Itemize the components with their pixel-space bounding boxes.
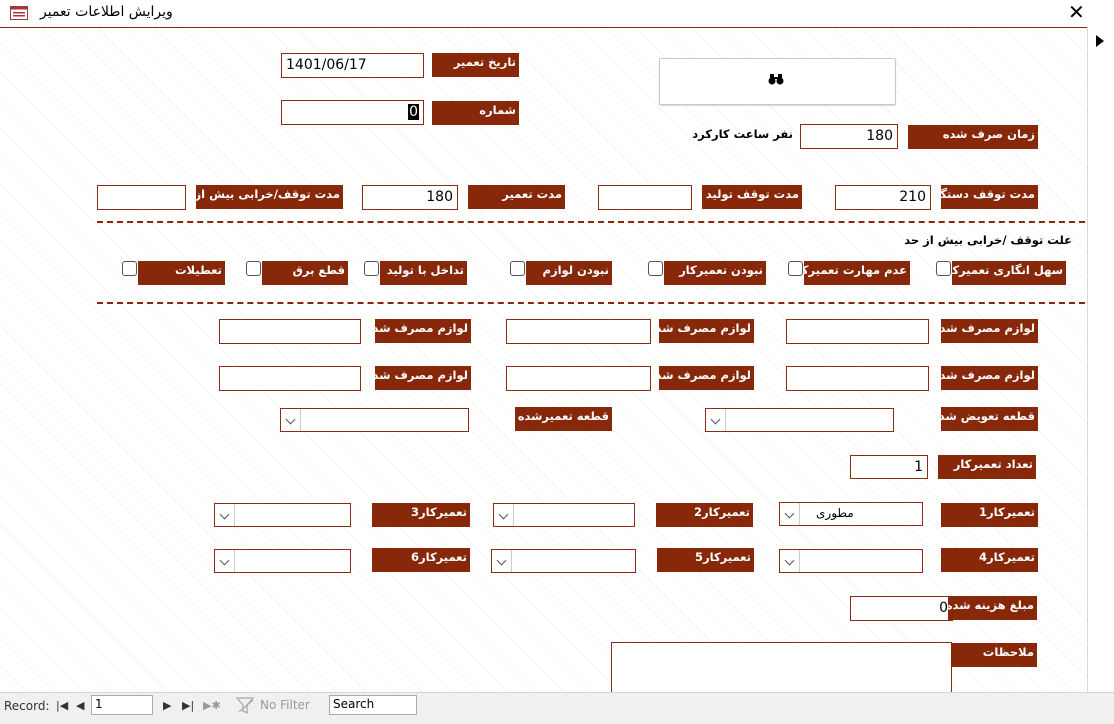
time-spent-suffix: نفر ساعت کارکرد xyxy=(692,127,793,141)
technician-4-combo[interactable] xyxy=(779,549,923,573)
separator xyxy=(97,302,1085,304)
navigation-bar: Record: |◀ ◀ 1 ▶ ▶| ▶✱ No Filter Search xyxy=(0,692,1114,724)
filter-icon xyxy=(236,697,255,715)
repair-date-input[interactable]: 1401/06/17 xyxy=(281,53,424,78)
first-record-icon[interactable]: |◀ xyxy=(56,699,68,712)
number-value: 0 xyxy=(408,104,419,120)
chevron-down-icon[interactable] xyxy=(780,503,800,525)
form-body: 1401/06/17 تاریخ تعمیر 0 شماره نفر ساعت … xyxy=(0,27,1087,693)
window-title: ویرایش اطلاعات تعمیر xyxy=(40,4,173,20)
replaced-part-combo[interactable] xyxy=(705,408,894,432)
reason-lack-of-skill-checkbox[interactable] xyxy=(788,261,803,276)
reason-no-technician-checkbox[interactable] xyxy=(648,261,663,276)
last-record-icon[interactable]: ▶| xyxy=(182,699,194,712)
reason-production-conflict-checkbox[interactable] xyxy=(364,261,379,276)
repaired-part-label: قطعه تعمیرشده xyxy=(515,407,612,431)
consumable-6-input[interactable] xyxy=(219,366,361,391)
replaced-part-label: قطعه تعویض شده xyxy=(941,407,1038,431)
chevron-down-icon[interactable] xyxy=(780,550,800,572)
search-input[interactable]: Search xyxy=(329,695,417,715)
technician-6-label: تعمیرکار6 xyxy=(372,548,470,572)
consumable-1-input[interactable] xyxy=(786,319,929,344)
repair-date-label: تاریخ تعمیر xyxy=(432,53,519,77)
consumable-6-label: لوازم مصرف شده6 xyxy=(375,366,471,390)
production-stop-label: مدت توقف تولید xyxy=(702,185,802,209)
technician-5-combo[interactable] xyxy=(491,549,636,573)
technician-2-combo[interactable] xyxy=(493,503,635,527)
repaired-part-combo[interactable] xyxy=(280,408,469,432)
reason-negligence-checkbox[interactable] xyxy=(936,261,951,276)
no-filter-button[interactable]: No Filter xyxy=(260,698,310,712)
chevron-down-icon[interactable] xyxy=(215,550,235,572)
reason-negligence[interactable]: سهل انگاری تعمیرکار xyxy=(936,261,1066,285)
reason-no-parts[interactable]: نبودن لوازم xyxy=(510,261,612,285)
excess-stop-label: مدت توقف/خرابی بیش از حد xyxy=(196,185,343,209)
title-bar: ویرایش اطلاعات تعمیر ✕ xyxy=(0,0,1114,27)
technician-count-label: تعداد تعمیرکار xyxy=(938,455,1036,479)
production-stop-input[interactable] xyxy=(598,185,692,210)
excess-reasons-heading: علت توقف /خرابی بیش از حد xyxy=(904,233,1072,247)
reason-holidays[interactable]: تعطیلات xyxy=(122,261,225,285)
technician-2-label: تعمیرکار2 xyxy=(656,503,753,527)
time-spent-input[interactable]: 180 xyxy=(800,124,898,149)
consumable-3-input[interactable] xyxy=(219,319,361,344)
number-label: شماره xyxy=(432,101,519,125)
notes-textarea[interactable] xyxy=(611,642,952,693)
record-selector-bar[interactable] xyxy=(1087,27,1114,692)
consumable-5-label: لوازم مصرف شده5 xyxy=(659,366,754,390)
reason-no-technician[interactable]: نبودن تعمیرکار xyxy=(648,261,766,285)
cost-input[interactable]: 0 xyxy=(850,596,953,621)
technician-5-label: تعمیرکار5 xyxy=(657,548,754,572)
repair-duration-label: مدت تعمیر xyxy=(468,185,565,209)
device-stop-label: مدت توقف دستگاه xyxy=(941,185,1038,209)
consumable-3-label: لوازم مصرف شده3 xyxy=(375,319,471,343)
device-stop-input[interactable]: 210 xyxy=(835,185,931,210)
reason-holidays-checkbox[interactable] xyxy=(122,261,137,276)
technician-6-combo[interactable] xyxy=(214,549,351,573)
time-spent-label: زمان صرف شده xyxy=(908,125,1038,149)
reason-no-parts-checkbox[interactable] xyxy=(510,261,525,276)
consumable-5-input[interactable] xyxy=(506,366,651,391)
chevron-down-icon[interactable] xyxy=(494,504,514,526)
technician-3-label: تعمیرکار3 xyxy=(372,503,470,527)
record-position-input[interactable]: 1 xyxy=(91,695,153,715)
chevron-down-icon[interactable] xyxy=(492,550,512,572)
technician-1-label: تعمیرکار1 xyxy=(941,503,1038,527)
consumable-1-label: لوازم مصرف شده1 xyxy=(941,319,1038,343)
technician-1-combo[interactable]: مطوری xyxy=(779,502,923,526)
consumable-4-input[interactable] xyxy=(786,366,929,391)
find-button[interactable] xyxy=(659,58,896,105)
consumable-4-label: لوازم مصرف شده4 xyxy=(941,366,1038,390)
previous-record-icon[interactable]: ◀ xyxy=(76,699,84,712)
close-icon[interactable]: ✕ xyxy=(1068,1,1085,23)
cost-label: مبلغ هزینه شده xyxy=(948,596,1037,620)
binoculars-icon xyxy=(768,74,784,85)
record-label: Record: xyxy=(4,699,50,713)
technician-4-label: تعمیرکار4 xyxy=(941,548,1038,572)
repair-duration-input[interactable]: 180 xyxy=(362,185,458,210)
number-input[interactable]: 0 xyxy=(281,100,424,125)
reason-production-conflict[interactable]: تداخل با تولید xyxy=(364,261,467,285)
next-record-icon[interactable]: ▶ xyxy=(163,699,171,712)
consumable-2-input[interactable] xyxy=(506,319,651,344)
excess-stop-input[interactable] xyxy=(97,185,186,210)
reason-lack-of-skill[interactable]: عدم مهارت تعمیرکار xyxy=(788,261,910,285)
consumable-2-label: لوازم مصرف شده2 xyxy=(659,319,754,343)
chevron-down-icon[interactable] xyxy=(281,409,301,431)
technician-3-combo[interactable] xyxy=(214,503,351,527)
technician-count-input[interactable]: 1 xyxy=(850,455,928,479)
form-icon xyxy=(10,6,28,20)
reason-power-outage[interactable]: قطع برق xyxy=(246,261,348,285)
separator xyxy=(97,221,1085,223)
reason-power-outage-checkbox[interactable] xyxy=(246,261,261,276)
chevron-down-icon[interactable] xyxy=(706,409,726,431)
notes-label: ملاحظات xyxy=(951,643,1037,667)
new-record-icon[interactable]: ▶✱ xyxy=(203,699,221,712)
current-record-arrow-icon xyxy=(1096,35,1104,47)
chevron-down-icon[interactable] xyxy=(215,504,235,526)
